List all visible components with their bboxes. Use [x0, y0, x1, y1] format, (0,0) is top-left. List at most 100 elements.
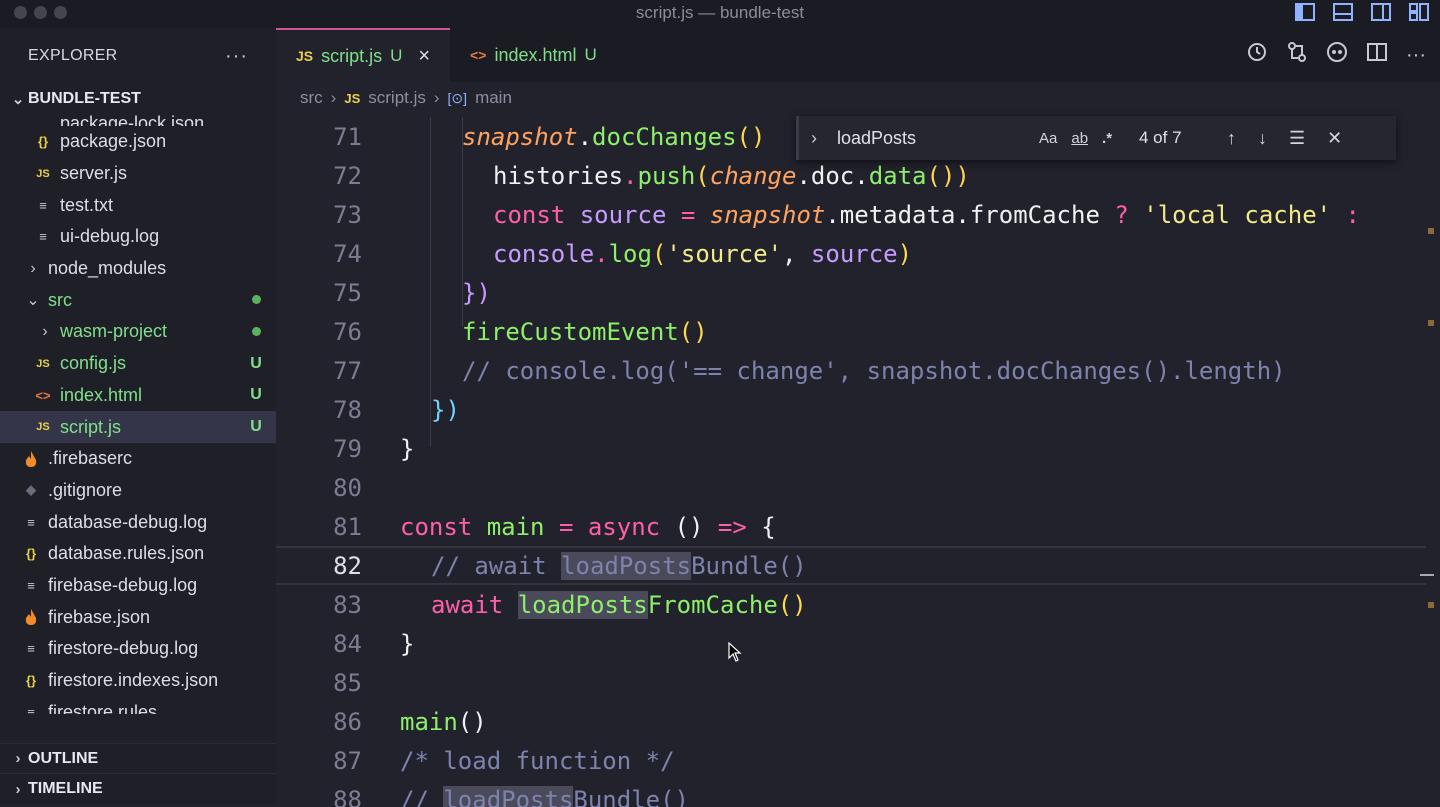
mouse-cursor-icon [728, 641, 742, 668]
tree-item-gitignore[interactable]: ◆ .gitignore [0, 475, 276, 507]
code-line: 83 await loadPostsFromCache() [333, 590, 807, 619]
tree-item-script-js[interactable]: JS script.js U [0, 411, 276, 443]
tree-item-ui-debug-log[interactable]: ≡ ui-debug.log [0, 221, 276, 253]
match-case-icon[interactable]: Aa [1039, 130, 1057, 147]
split-editor-icon[interactable] [1366, 41, 1388, 69]
breadcrumb: src › JS script.js › [⊙] main [276, 82, 1440, 114]
code-line: 75}) [333, 278, 491, 307]
firebase-icon [18, 609, 44, 626]
tree-item-firestore-debug-log[interactable]: ≡ firestore-debug.log [0, 633, 276, 665]
folder-root[interactable]: ⌄ BUNDLE-TEST [0, 84, 276, 114]
tree-item-firestore-rules[interactable]: ≡ firestore.rules [0, 696, 276, 714]
scrollbar-match-mark [1428, 320, 1434, 326]
tree-item-config-js[interactable]: JS config.js U [0, 348, 276, 380]
outline-section[interactable]: › OUTLINE [0, 744, 276, 774]
toggle-panel-icon[interactable] [1332, 2, 1354, 22]
text-file-icon: ≡ [27, 704, 35, 714]
sidebar-bottom-sections: › OUTLINE › TIMELINE [0, 743, 276, 804]
code-line: 76 fireCustomEvent() [333, 317, 708, 346]
timeline-section[interactable]: › TIMELINE [0, 774, 276, 804]
tree-item-database-debug-log[interactable]: ≡ database-debug.log [0, 506, 276, 538]
untracked-badge: U [390, 46, 403, 65]
code-line: 79} [333, 434, 415, 463]
scrollbar-match-mark [1428, 602, 1434, 608]
code-line: 87/* load function */ [333, 746, 675, 775]
untracked-badge: U [584, 45, 597, 64]
editor-area: JS script.js U × <> index.html U ··· src… [276, 28, 1440, 807]
tab-index-html[interactable]: <> index.html U [450, 28, 617, 82]
more-actions-icon[interactable]: ··· [1406, 44, 1426, 67]
previous-match-icon[interactable]: ↑ [1227, 128, 1236, 149]
breadcrumb-folder[interactable]: src [300, 88, 323, 108]
explorer-title: EXPLORER [28, 47, 118, 64]
chevron-down-icon: ⌄ [26, 292, 40, 310]
code-line: 84} [333, 629, 415, 658]
code-line: 81 const main = async () => { [333, 512, 776, 541]
find-in-selection-icon[interactable]: ☰ [1289, 128, 1305, 149]
tree-item-firestore-indexes-json[interactable]: {} firestore.indexes.json [0, 665, 276, 697]
timeline-history-icon[interactable] [1246, 41, 1268, 69]
untracked-badge: U [250, 354, 262, 372]
tab-label: script.js [321, 45, 383, 66]
tab-script-js[interactable]: JS script.js U × [276, 28, 451, 82]
breadcrumb-file[interactable]: script.js [368, 88, 426, 108]
next-match-icon[interactable]: ↓ [1258, 128, 1267, 149]
tree-item-src[interactable]: ⌄ src [0, 284, 276, 316]
code-line: 80 [333, 473, 362, 502]
breadcrumb-symbol[interactable]: main [475, 88, 512, 108]
copilot-icon[interactable] [1326, 41, 1348, 69]
js-file-icon: JS [344, 90, 361, 106]
chevron-right-icon: › [15, 750, 21, 767]
find-input[interactable]: loadPosts [829, 128, 1039, 149]
json-icon: {} [25, 546, 37, 562]
text-file-icon: ≡ [39, 197, 47, 213]
customize-layout-icon[interactable] [1408, 2, 1430, 22]
html-file-icon: <> [470, 47, 487, 63]
js-file-icon: JS [296, 48, 314, 64]
js-file-icon: JS [36, 357, 50, 370]
modified-dot [236, 291, 276, 309]
tree-item-wasm-project[interactable]: › wasm-project [0, 316, 276, 348]
code-line: 88// loadPostsBundle() [276, 780, 1426, 807]
git-icon: ◆ [26, 482, 36, 498]
more-actions-icon[interactable]: ··· [225, 45, 248, 68]
file-tree: package-lock.json {} package.json JS ser… [0, 114, 276, 714]
text-file-icon: ≡ [27, 577, 35, 593]
tab-label: index.html [494, 44, 577, 65]
js-file-icon: JS [36, 421, 50, 434]
tree-item-test-txt[interactable]: ≡ test.txt [0, 189, 276, 221]
compare-changes-icon[interactable] [1286, 41, 1308, 69]
explorer-sidebar: EXPLORER ··· ⌄ BUNDLE-TEST package-lock.… [0, 28, 276, 804]
code-line: 78}) [333, 395, 460, 424]
text-file-icon: ≡ [39, 229, 47, 245]
toggle-replace-icon[interactable]: › [799, 128, 829, 149]
regex-icon[interactable]: .* [1102, 130, 1112, 147]
symbol-icon: [⊙] [447, 89, 468, 106]
tree-item-package-json[interactable]: {} package.json [0, 126, 276, 158]
match-whole-word-icon[interactable]: ab [1071, 130, 1088, 147]
tree-item-index-html[interactable]: <> index.html U [0, 380, 276, 412]
toggle-secondary-sidebar-icon[interactable] [1370, 2, 1392, 22]
tree-item-server-js[interactable]: JS server.js [0, 158, 276, 190]
close-find-icon[interactable]: ✕ [1327, 128, 1342, 149]
chevron-right-icon: › [30, 259, 36, 277]
json-icon: {} [37, 134, 49, 150]
code-line-current: 82// await loadPostsBundle() [276, 546, 1426, 585]
chevron-right-icon: › [433, 88, 440, 107]
tree-item-node-modules[interactable]: › node_modules [0, 253, 276, 285]
code-line: 74 console.log('source', source) [333, 239, 913, 268]
tree-item-firebase-debug-log[interactable]: ≡ firebase-debug.log [0, 570, 276, 602]
title-bar: script.js — bundle-test [0, 0, 1440, 28]
untracked-badge: U [250, 386, 262, 404]
tree-item-partial[interactable]: package-lock.json [0, 114, 276, 126]
js-file-icon: JS [36, 167, 50, 180]
tree-item-firebaserc[interactable]: .firebaserc [0, 443, 276, 475]
match-count: 4 of 7 [1139, 128, 1182, 147]
modified-dot [236, 323, 276, 341]
scrollbar-cursor-mark [1420, 574, 1434, 576]
close-tab-icon[interactable]: × [418, 45, 430, 68]
toggle-primary-sidebar-icon[interactable] [1294, 2, 1316, 22]
code-editor[interactable]: 71 snapshot.docChanges() 72 histories.push… [276, 117, 1426, 807]
tree-item-database-rules-json[interactable]: {} database.rules.json [0, 538, 276, 570]
tree-item-firebase-json[interactable]: firebase.json [0, 601, 276, 633]
